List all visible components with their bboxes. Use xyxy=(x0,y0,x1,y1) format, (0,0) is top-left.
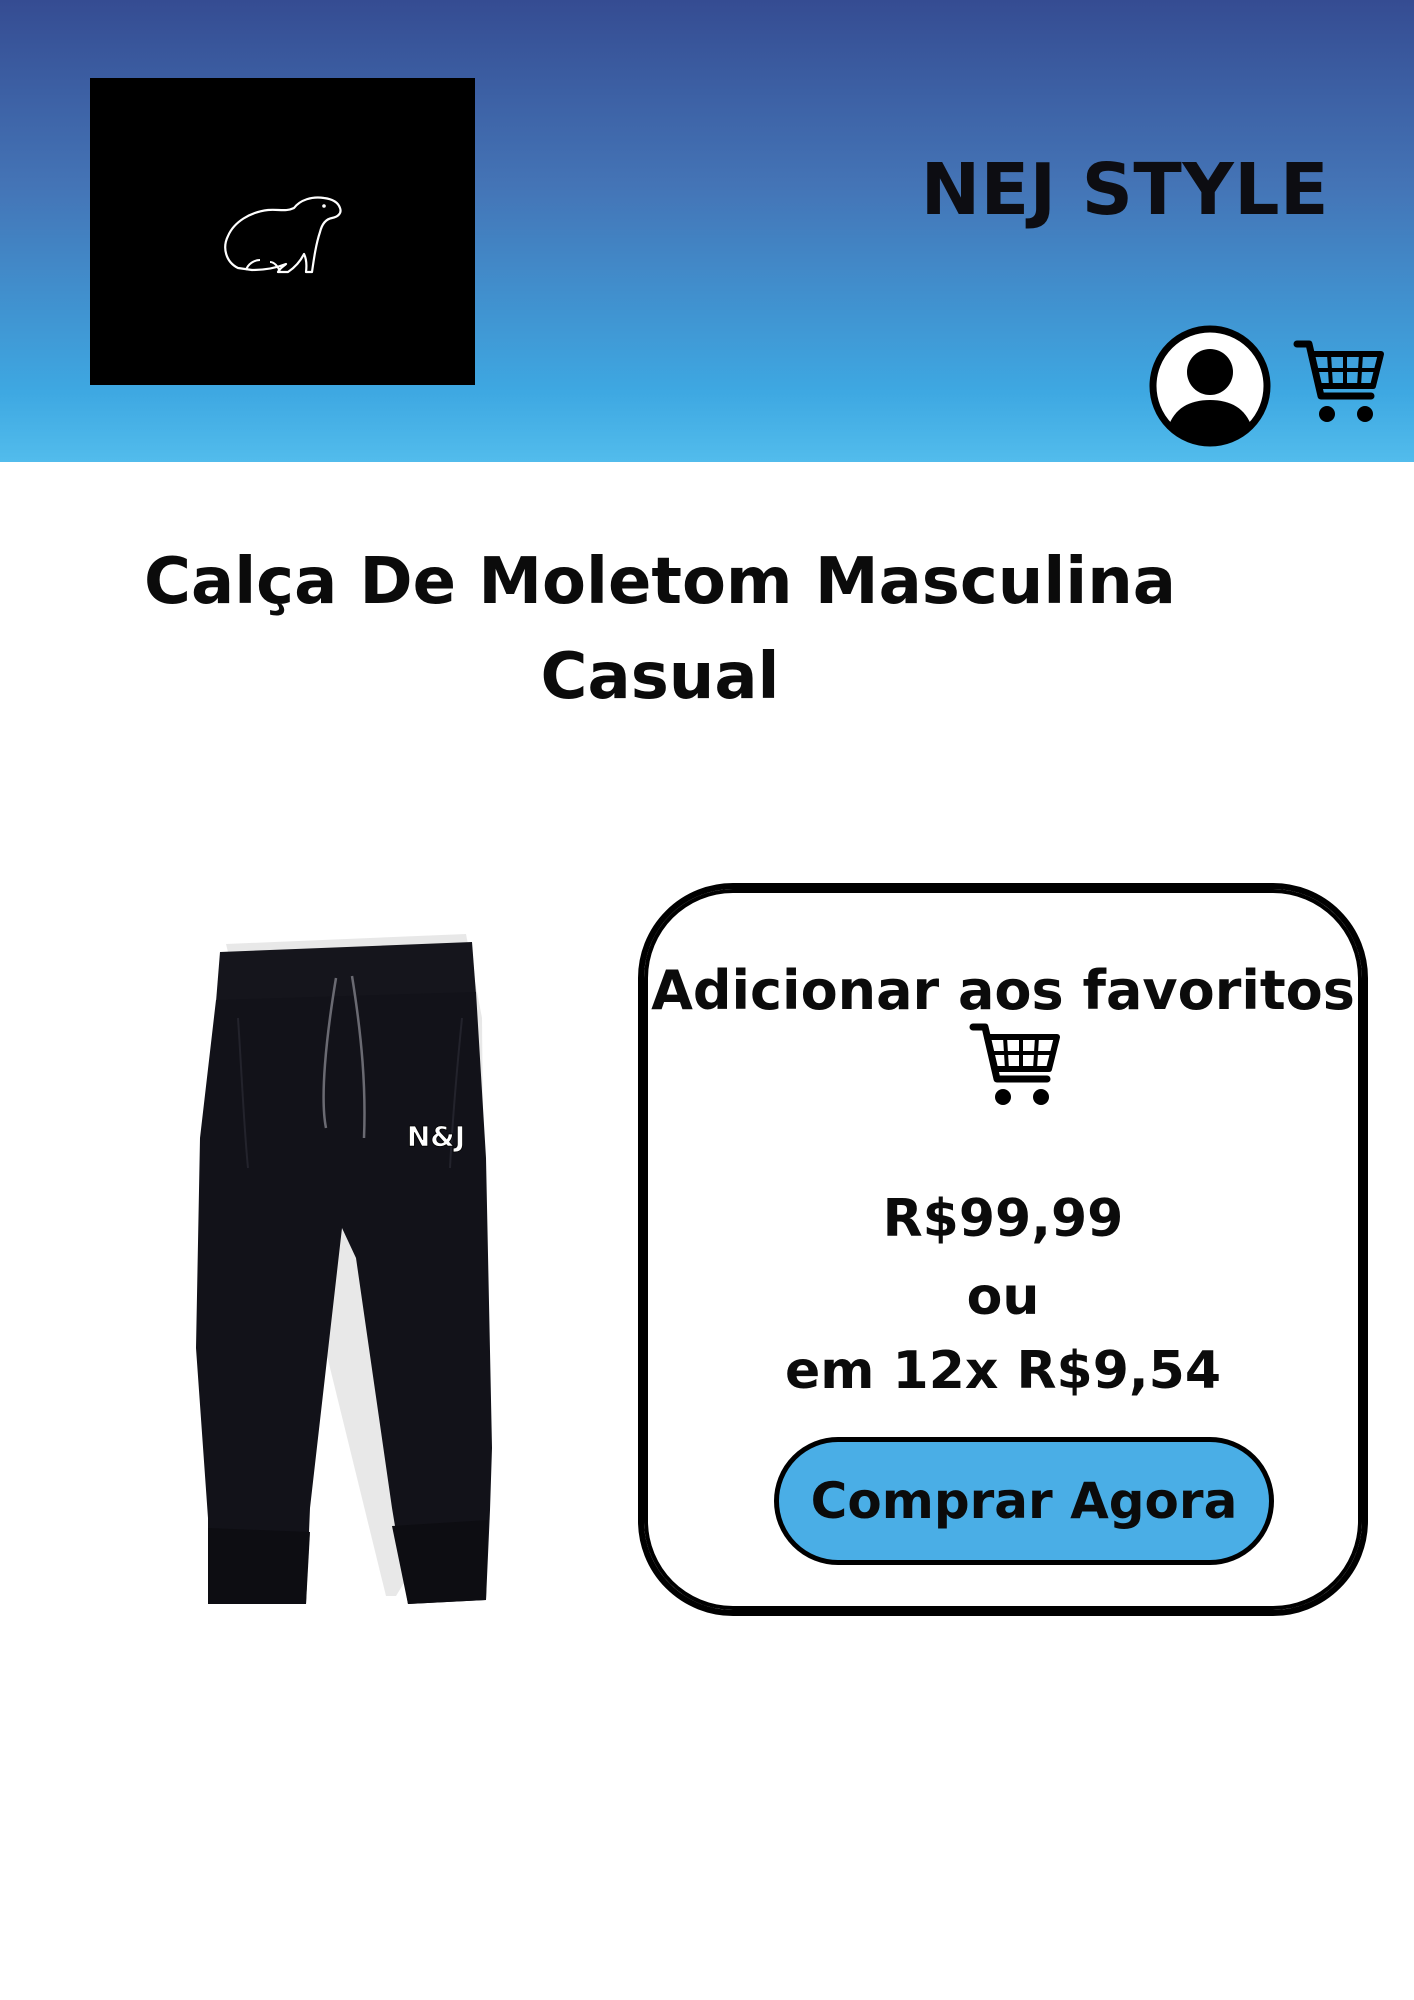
product-badge: N&J xyxy=(407,1120,465,1153)
product-title-line-1: Calça De Moletom Masculina xyxy=(144,545,1176,619)
add-to-favorites-label[interactable]: Adicionar aos favoritos xyxy=(644,959,1362,1022)
user-icon[interactable] xyxy=(1148,324,1272,452)
price: R$99,99 xyxy=(882,1189,1124,1249)
product-title-line-2: Casual xyxy=(540,640,780,714)
installments: em 12x R$9,54 xyxy=(784,1341,1222,1401)
product-image[interactable]: N&J xyxy=(186,928,526,1612)
or-label: ou xyxy=(966,1267,1040,1327)
favorites-cart-icon[interactable] xyxy=(969,1021,1061,1115)
capybara-icon xyxy=(224,196,342,274)
brand-name[interactable]: NEJ STYLE xyxy=(921,148,1329,231)
header: NEJ STYLE xyxy=(0,0,1414,462)
buy-now-button[interactable]: Comprar Agora xyxy=(774,1437,1274,1565)
logo[interactable] xyxy=(90,78,475,385)
cart-icon[interactable] xyxy=(1293,338,1385,432)
purchase-card: Adicionar aos favoritos R$99,99 ou em 12… xyxy=(638,883,1368,1616)
product-title: Calça De Moletom Masculina Casual xyxy=(110,535,1210,725)
